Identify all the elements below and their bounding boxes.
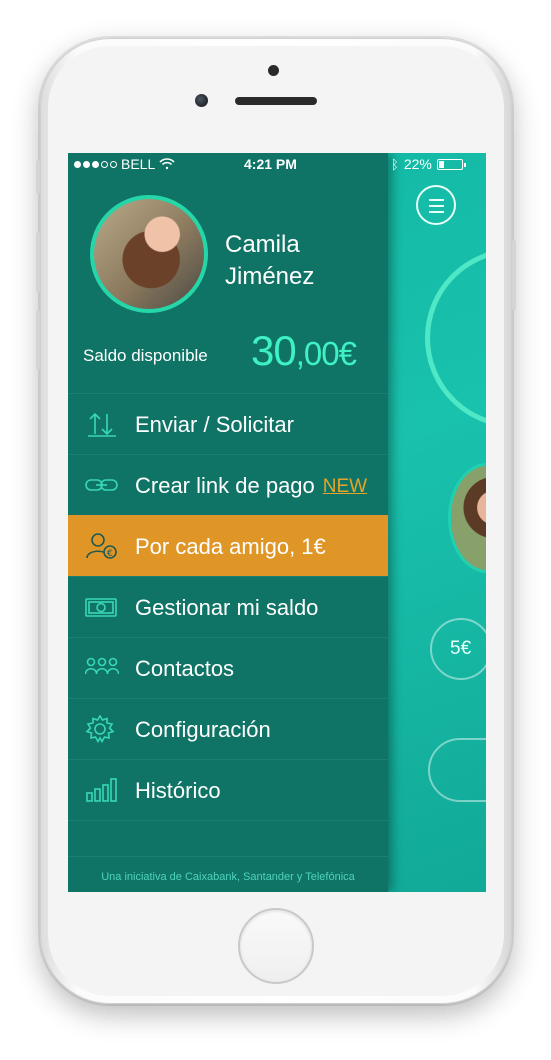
contact-avatar[interactable]: [448, 463, 486, 573]
contacts-icon: [85, 657, 119, 675]
banknote-icon: [85, 598, 117, 617]
link-icon: [85, 479, 118, 491]
volume-up-button: [36, 232, 40, 292]
footer-text: Una iniciativa de Caixabank, Santander y…: [101, 871, 355, 883]
volume-down-button: [36, 310, 40, 370]
profile-first-name: Camila: [225, 231, 300, 258]
drawer-menu: Enviar / Solicitar Crear link de pago NEW…: [68, 393, 388, 821]
earpiece-speaker: [235, 97, 317, 105]
profile-name: Camila Jiménez: [225, 229, 314, 293]
transfer-arrows-icon: [88, 412, 116, 437]
menu-item-gestionar-saldo[interactable]: Gestionar mi saldo: [68, 576, 388, 637]
menu-item-configuracion[interactable]: Configuración: [68, 698, 388, 759]
new-badge: NEW: [322, 476, 368, 497]
status-left: BELL: [74, 156, 175, 172]
menu-item-historico[interactable]: Histórico: [68, 759, 388, 820]
menu-item-label: Por cada amigo, 1€: [135, 534, 326, 559]
invite-friend-icon: €: [86, 533, 117, 559]
balance-value: 30,00€: [251, 327, 357, 375]
profile-last-name: Jiménez: [225, 263, 315, 290]
battery-percent: 22%: [403, 156, 432, 172]
footer-divider: [68, 856, 388, 857]
menu-end-divider: [68, 820, 388, 821]
menu-item-text: Crear link de pago: [135, 473, 315, 498]
balance-label: Saldo disponible: [83, 346, 208, 365]
menu-item-label: Histórico: [135, 778, 221, 803]
svg-text:€: €: [107, 549, 113, 559]
front-camera: [268, 65, 279, 76]
action-pill-button[interactable]: [428, 738, 486, 802]
mute-switch: [36, 160, 40, 194]
status-right: ᛒ 22%: [391, 156, 466, 172]
balance-ring[interactable]: [425, 248, 486, 428]
quick-amount-label: 5€: [450, 638, 472, 659]
wifi-icon: [159, 158, 175, 170]
battery-icon: [436, 158, 466, 170]
carrier-name: BELL: [121, 156, 156, 172]
quick-amount-button[interactable]: 5€: [430, 618, 486, 680]
bar-chart-icon: [86, 778, 117, 802]
proximity-sensor: [195, 94, 208, 107]
home-button[interactable]: [238, 908, 314, 984]
screen: 5€ Camila Jiménez Saldo disponible 30,00…: [68, 153, 486, 892]
menu-item-crear-link[interactable]: Crear link de pago NEW: [68, 454, 388, 515]
menu-item-label: Gestionar mi saldo: [135, 595, 319, 620]
balance-decimal: ,00€: [295, 335, 357, 372]
menu-item-enviar-solicitar[interactable]: Enviar / Solicitar: [68, 393, 388, 454]
status-time: 4:21 PM: [244, 156, 297, 172]
profile-avatar[interactable]: [90, 195, 208, 313]
signal-dots-icon: [74, 160, 117, 168]
balance-integer: 30: [251, 327, 297, 374]
gear-icon: [85, 715, 115, 743]
bluetooth-icon: ᛒ: [391, 156, 399, 172]
side-drawer: Camila Jiménez Saldo disponible 30,00€ E…: [68, 153, 388, 892]
menu-button[interactable]: [416, 185, 456, 225]
menu-item-por-cada-amigo[interactable]: € Por cada amigo, 1€: [68, 515, 388, 576]
menu-item-label: Contactos: [135, 656, 235, 681]
menu-item-label: Enviar / Solicitar: [135, 412, 294, 437]
menu-item-label: Crear link de pago NEW: [135, 473, 367, 499]
power-button: [512, 240, 516, 310]
menu-item-label: Configuración: [135, 717, 271, 742]
menu-item-contactos[interactable]: Contactos: [68, 637, 388, 698]
status-bar: BELL 4:21 PM ᛒ 22%: [68, 153, 486, 175]
